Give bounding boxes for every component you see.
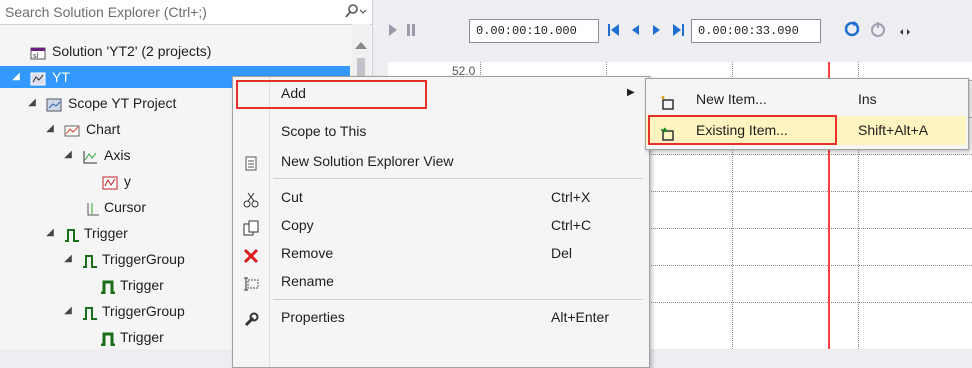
menu-item-label: New Solution Explorer View [281, 153, 454, 169]
tree-item-label: TriggerGroup [102, 251, 185, 267]
search-input[interactable]: Search Solution Explorer (Ctrl+;) [5, 4, 207, 20]
menu-item-label: Rename [281, 273, 334, 289]
tree-item-cursor[interactable]: Cursor [0, 196, 240, 218]
tree-item-trigger-item[interactable]: Trigger [0, 274, 240, 296]
submenu-item-shortcut: Ins [858, 91, 877, 107]
menu-separator [273, 178, 643, 179]
menu-item-copy[interactable]: Copy Ctrl+C [233, 211, 647, 239]
tree-item-label: Scope YT Project [68, 95, 177, 111]
menu-item-properties[interactable]: Properties Alt+Enter [233, 303, 647, 331]
pan-icon[interactable] [899, 24, 911, 40]
menu-separator [273, 299, 643, 300]
menu-item-label: Copy [281, 217, 314, 233]
search-icon[interactable] [343, 2, 367, 22]
new-item-icon [660, 92, 676, 110]
pause-icon[interactable] [405, 22, 417, 41]
scope-project-icon [46, 96, 62, 112]
tree-item-label: Trigger [84, 225, 128, 241]
time-start-field[interactable]: 0.00:00:10.000 [469, 19, 599, 43]
context-menu: Add ▶ Scope to This New Solution Explore… [232, 76, 650, 368]
tree-item-label: Trigger [120, 329, 164, 345]
submenu-item-new-item[interactable]: New Item... Ins [646, 85, 966, 114]
menu-item-scope-to-this[interactable]: Scope to This [233, 117, 647, 145]
wrench-icon [243, 309, 259, 327]
tree-item-label: Chart [86, 121, 121, 137]
tree-item-axis[interactable]: ◢ Axis [0, 144, 240, 166]
solution-icon: sl [30, 44, 46, 60]
step-back-icon[interactable] [629, 22, 641, 41]
skip-to-start-icon[interactable] [607, 22, 621, 41]
trigger-icon [64, 226, 80, 242]
collapse-arrow-icon[interactable]: ◢ [62, 300, 74, 322]
menu-item-shortcut: Ctrl+X [551, 189, 591, 205]
search-box[interactable]: Search Solution Explorer (Ctrl+;) [0, 0, 372, 25]
menu-item-remove[interactable]: Remove Del [233, 239, 647, 267]
time-end-field[interactable]: 0.00:00:33.090 [691, 19, 821, 43]
tree-item-scope-project[interactable]: ◢ Scope YT Project [0, 92, 240, 114]
cursor-icon [84, 200, 100, 216]
collapse-arrow-icon[interactable]: ◢ [62, 248, 74, 270]
menu-item-shortcut: Alt+Enter [551, 309, 609, 325]
collapse-arrow-icon[interactable]: ◢ [44, 222, 56, 244]
tree-item-chart[interactable]: ◢ Chart [0, 118, 240, 140]
menu-item-shortcut: Ctrl+C [551, 217, 592, 233]
menu-item-label: Remove [281, 245, 334, 261]
trigger-item-icon [100, 278, 116, 295]
tree-item-label: YT [52, 69, 70, 85]
tree-item-y[interactable]: y [0, 170, 240, 192]
skip-to-end-icon[interactable] [671, 22, 685, 41]
trigger-group-icon [82, 252, 98, 268]
menu-item-label: Cut [281, 189, 303, 205]
svg-text:sl: sl [33, 52, 39, 60]
collapse-arrow-icon[interactable]: ◢ [10, 66, 22, 88]
reset-icon[interactable] [869, 20, 887, 41]
new-view-icon [243, 153, 259, 171]
scope-toolbar: 0.00:00:10.000 0.00:00:33.090 [373, 0, 972, 62]
highlight-box-add [236, 80, 427, 109]
tree-item-trigger[interactable]: ◢ Trigger [0, 222, 240, 244]
step-forward-icon[interactable] [651, 22, 663, 41]
tree-item-label: Trigger [120, 277, 164, 293]
collapse-arrow-icon[interactable]: ◢ [62, 144, 74, 166]
menu-item-label: Properties [281, 309, 345, 325]
menu-item-rename[interactable]: Rename [233, 267, 647, 295]
tree-item-label: y [124, 173, 131, 189]
project-icon [30, 70, 46, 86]
scroll-up-icon[interactable] [355, 42, 367, 49]
submenu-item-label: New Item... [696, 91, 767, 107]
menu-item-shortcut: Del [551, 245, 573, 261]
collapse-arrow-icon[interactable]: ◢ [44, 118, 56, 140]
rename-icon [243, 273, 259, 291]
collapse-arrow-icon[interactable]: ◢ [26, 92, 38, 114]
scissors-icon [243, 189, 259, 208]
menu-item-cut[interactable]: Cut Ctrl+X [233, 183, 647, 211]
tree-item-trigger-group[interactable]: ◢ TriggerGroup [0, 248, 240, 270]
copy-icon [243, 217, 259, 236]
menu-item-new-solution-explorer-view[interactable]: New Solution Explorer View [233, 147, 647, 175]
chart-icon [64, 122, 80, 137]
refresh-icon[interactable] [843, 20, 861, 41]
tree-item-label: Cursor [104, 199, 147, 215]
trigger-group-icon [82, 304, 98, 320]
tree-item-trigger-item[interactable]: Trigger [0, 326, 240, 348]
remove-x-icon [243, 245, 259, 264]
tree-item-label: Axis [104, 147, 131, 163]
play-icon[interactable] [387, 22, 399, 41]
axis-icon [82, 148, 98, 164]
menu-item-label: Scope to This [281, 123, 367, 139]
tree-item-trigger-group[interactable]: ◢ TriggerGroup [0, 300, 240, 322]
trigger-item-icon [100, 330, 116, 347]
tree-item-label: TriggerGroup [102, 303, 185, 319]
submenu-arrow-icon: ▶ [627, 87, 635, 98]
channel-icon [102, 174, 118, 190]
highlight-box-existing-item [648, 115, 837, 145]
tree-item-label: Solution 'YT2' (2 projects) [52, 43, 212, 59]
submenu-item-shortcut: Shift+Alt+A [858, 122, 929, 138]
tree-item-solution[interactable]: sl Solution 'YT2' (2 projects) [0, 40, 350, 62]
